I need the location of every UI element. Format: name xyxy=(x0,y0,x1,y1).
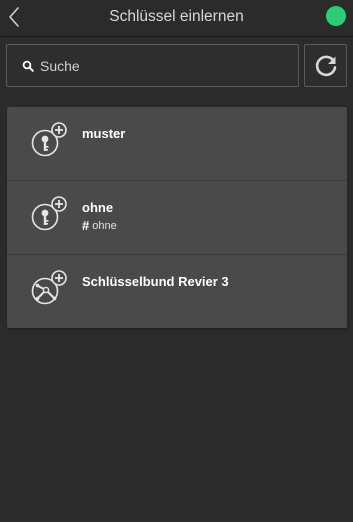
search-icon xyxy=(22,60,34,72)
list-item-schluesselbund-revier-3[interactable]: Schlüsselbund Revier 3 xyxy=(7,255,347,328)
refresh-icon xyxy=(315,55,336,76)
hash-icon: # xyxy=(82,218,90,233)
list-item-tag: # ohne xyxy=(82,218,117,233)
list-item-tag-label: ohne xyxy=(92,219,117,232)
list-item-muster[interactable]: muster xyxy=(7,107,347,181)
key-add-icon xyxy=(31,122,67,157)
list-item-title: Schlüsselbund Revier 3 xyxy=(82,274,229,289)
list-item-title: muster xyxy=(82,126,126,141)
key-add-icon xyxy=(31,196,67,231)
keyring-add-icon xyxy=(31,270,67,305)
search-box[interactable] xyxy=(6,44,299,87)
page-title: Schlüssel einlernen xyxy=(109,8,244,25)
list-item-title: ohne xyxy=(82,200,114,215)
list-item-ohne[interactable]: ohne # ohne xyxy=(7,181,347,255)
key-list: muster ohne # ohne Schlüsselbund Revier … xyxy=(7,107,347,328)
connection-status-indicator xyxy=(326,6,346,26)
chevron-left-icon xyxy=(9,7,19,27)
app-header: Schlüssel einlernen xyxy=(0,0,353,37)
refresh-button[interactable] xyxy=(304,44,347,87)
search-input[interactable] xyxy=(34,57,298,74)
back-button[interactable] xyxy=(0,0,28,34)
